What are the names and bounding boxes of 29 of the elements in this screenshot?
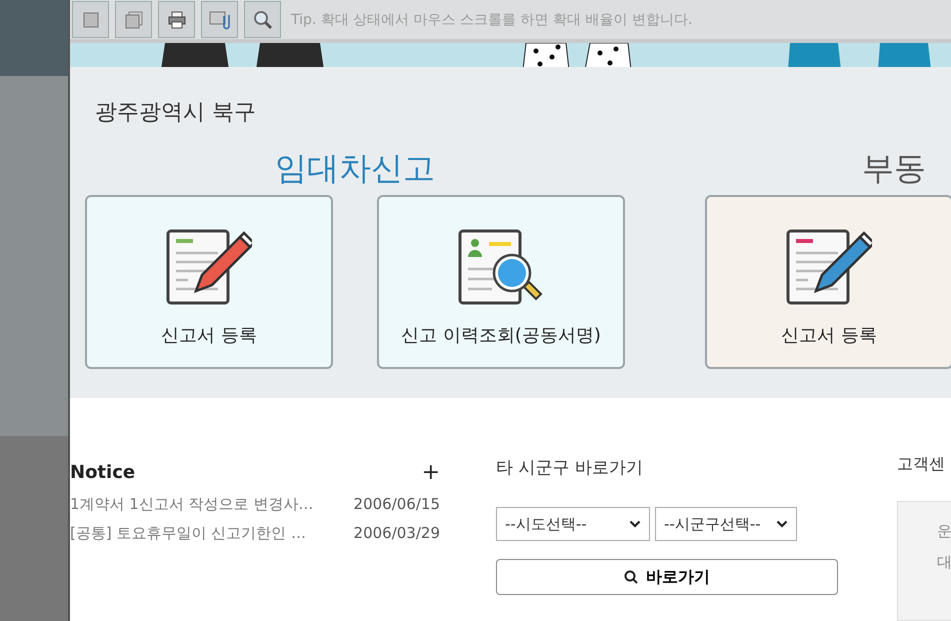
document-pencil-icon bbox=[786, 228, 872, 305]
customer-center-title: 고객센 bbox=[897, 454, 946, 475]
menu-card[interactable]: 신고서 등록 bbox=[705, 194, 951, 369]
menu-card[interactable]: 신고서 등록 bbox=[85, 194, 333, 369]
section-title: 부동 bbox=[862, 148, 926, 187]
region-title: 광주광역시 북구 bbox=[94, 98, 257, 127]
attachment-icon[interactable] bbox=[201, 1, 238, 38]
go-button[interactable]: 바로가기 bbox=[496, 559, 838, 595]
single-page-icon[interactable] bbox=[72, 1, 109, 38]
menu-card[interactable]: 신고 이력조회(공동서명) bbox=[377, 194, 625, 369]
chevron-down-icon bbox=[629, 520, 641, 528]
chevron-down-icon bbox=[776, 520, 788, 528]
info-text: 대 bbox=[937, 553, 951, 572]
notice-item[interactable]: [공통] 토요휴무일이 신고기한인 … 2006/03/29 bbox=[70, 524, 440, 543]
info-text: 운 bbox=[937, 522, 951, 541]
search-icon bbox=[624, 570, 638, 584]
pages-icon[interactable] bbox=[115, 1, 152, 38]
dropdown[interactable]: --시군구선택-- bbox=[655, 507, 797, 541]
shortcut-title: 타 시군구 바로가기 bbox=[496, 457, 644, 479]
notice-title: Notice bbox=[70, 462, 136, 483]
print-icon[interactable] bbox=[158, 1, 195, 38]
zoom-tip: Tip. 확대 상태에서 마우스 스크롤를 하면 확대 배율이 변합니다. bbox=[291, 10, 692, 29]
notice-item[interactable]: 1계약서 1신고서 작성으로 변경사… 2006/06/15 bbox=[70, 495, 440, 514]
more-link[interactable]: + bbox=[422, 460, 440, 485]
document-pencil-icon bbox=[166, 228, 252, 305]
document-magnifier-icon bbox=[458, 228, 544, 305]
dropdown[interactable]: --시도선택-- bbox=[496, 507, 650, 541]
section-title: 임대차신고 bbox=[275, 148, 435, 187]
search-icon[interactable] bbox=[244, 1, 281, 38]
